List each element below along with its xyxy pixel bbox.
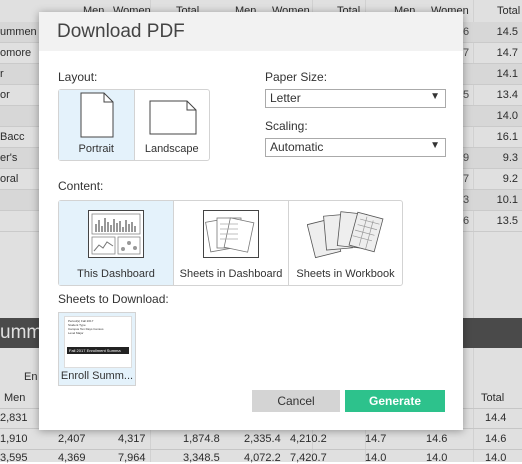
preview-banner: Fall 2017 Enrollment Summa: [67, 347, 129, 354]
landscape-label: Landscape: [144, 143, 199, 155]
scaling-label: Scaling:: [265, 119, 308, 133]
dialog-title: Download PDF: [57, 21, 185, 42]
sheets-to-download-label: Sheets to Download:: [58, 292, 169, 306]
portrait-page-icon: [80, 92, 114, 138]
content-options: This Dashboard Sheets in Dashboard Sheet…: [58, 200, 403, 286]
landscape-page-icon: [149, 100, 196, 135]
dashboard-icon: [88, 210, 144, 258]
paper-size-value: Letter: [270, 91, 301, 105]
layout-label: Layout:: [58, 70, 98, 84]
content-sheets-in-dashboard-option[interactable]: Sheets in Dashboard: [174, 201, 289, 285]
sheets-in-dashboard-label: Sheets in Dashboard: [179, 268, 283, 280]
layout-portrait-option[interactable]: Portrait: [59, 90, 135, 160]
content-this-dashboard-option[interactable]: This Dashboard: [59, 201, 174, 285]
portrait-label: Portrait: [78, 143, 114, 155]
sheets-in-workbook-label: Sheets in Workbook: [296, 268, 395, 280]
dropdown-caret-icon: ▼: [430, 140, 440, 151]
generate-button[interactable]: Generate: [345, 390, 445, 412]
layout-options: Portrait Landscape: [58, 89, 210, 161]
preview-text: Period(s) Fall 2017 Student Type Campus …: [68, 319, 104, 335]
paper-size-label: Paper Size:: [265, 70, 328, 84]
dialog-header: Download PDF: [39, 12, 463, 51]
this-dashboard-label: This Dashboard: [77, 268, 155, 280]
paper-size-select[interactable]: Letter ▼: [265, 89, 446, 108]
sheet-thumbnail-label: Enroll Summ...: [60, 370, 134, 382]
cancel-button[interactable]: Cancel: [252, 390, 340, 412]
download-pdf-dialog: Download PDF Layout: Portrait Landscape …: [39, 12, 463, 430]
sheets-in-workbook-icon: [307, 211, 384, 259]
content-label: Content:: [58, 179, 104, 193]
layout-landscape-option[interactable]: Landscape: [135, 90, 210, 160]
scaling-select[interactable]: Automatic ▼: [265, 138, 446, 157]
content-sheets-in-workbook-option[interactable]: Sheets in Workbook: [289, 201, 402, 285]
sheet-preview: Period(s) Fall 2017 Student Type Campus …: [64, 316, 132, 368]
sheets-in-dashboard-icon: [203, 210, 259, 258]
sheet-thumbnail-enroll-summary[interactable]: Period(s) Fall 2017 Student Type Campus …: [58, 312, 136, 386]
dropdown-caret-icon: ▼: [430, 91, 440, 102]
scaling-value: Automatic: [270, 140, 324, 154]
